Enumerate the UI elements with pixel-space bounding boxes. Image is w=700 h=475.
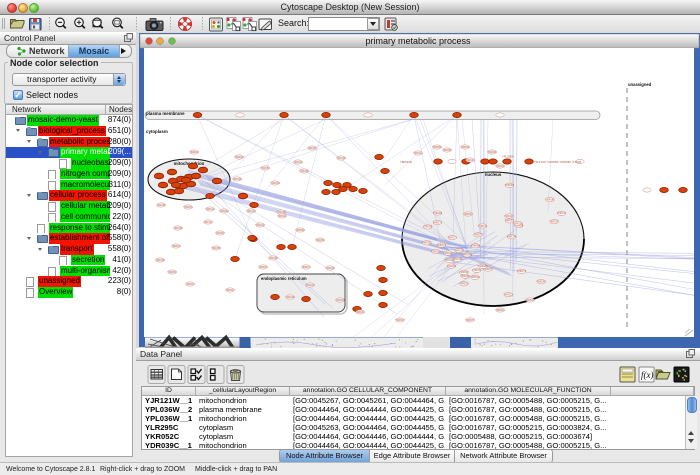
svg-text:YMR192: YMR192	[445, 259, 455, 262]
svg-text:YMR189: YMR189	[285, 296, 295, 299]
svg-text:f(x): f(x)	[641, 370, 654, 380]
svg-text:YMR133: YMR133	[452, 258, 462, 261]
svg-text:YMR266: YMR266	[460, 275, 470, 278]
svg-text:YMR142: YMR142	[293, 161, 303, 164]
svg-text:YMR182: YMR182	[173, 227, 183, 230]
svg-text:YMR126: YMR126	[246, 210, 256, 213]
svg-text:YMR103: YMR103	[422, 242, 432, 245]
svg-text:YMR215: YMR215	[305, 284, 315, 287]
svg-text:plasma membrane: plasma membrane	[146, 111, 185, 116]
svg-text:primary metabolic process: primary metabolic process	[365, 36, 471, 46]
svg-text:YMR208: YMR208	[325, 267, 335, 270]
svg-text:YMR101: YMR101	[465, 159, 475, 162]
svg-text:YMR075: YMR075	[465, 319, 475, 322]
svg-text:YMR086: YMR086	[478, 265, 488, 268]
svg-text:YMR089: YMR089	[432, 146, 442, 149]
svg-text:YMR024: YMR024	[189, 151, 199, 154]
svg-text:YMR232: YMR232	[495, 165, 505, 168]
svg-text:YMR114: YMR114	[203, 221, 213, 224]
svg-text:YMR071: YMR071	[437, 244, 447, 247]
svg-text:YMR271: YMR271	[433, 221, 443, 224]
svg-text:YMR213: YMR213	[504, 293, 514, 296]
svg-text:YMR071: YMR071	[301, 266, 311, 269]
svg-text:YMR250: YMR250	[276, 211, 286, 214]
svg-text:YMR290: YMR290	[487, 151, 497, 154]
svg-text:YMR249: YMR249	[536, 280, 546, 283]
svg-text:YMR053: YMR053	[335, 299, 345, 302]
svg-text:YMR024: YMR024	[234, 156, 244, 159]
svg-text:YMR019: YMR019	[459, 271, 469, 274]
svg-text:YPL265W: YPL265W	[502, 155, 514, 159]
svg-text:YMR212: YMR212	[185, 283, 195, 286]
svg-text:YMR269: YMR269	[447, 265, 457, 268]
svg-text:YMR019: YMR019	[459, 283, 469, 286]
svg-text:YMR188: YMR188	[232, 178, 242, 181]
svg-text:cytoplasm: cytoplasm	[146, 129, 168, 134]
svg-text:YMR010: YMR010	[171, 245, 181, 248]
svg-text:YMR251: YMR251	[307, 147, 317, 150]
svg-text:YMR124: YMR124	[513, 222, 523, 225]
svg-text:YMR064: YMR064	[471, 245, 481, 248]
svg-text:YMR244: YMR244	[507, 236, 517, 239]
svg-text:YMR165: YMR165	[454, 249, 464, 252]
svg-text:YMR151: YMR151	[478, 225, 488, 228]
svg-text:YMR107: YMR107	[504, 215, 514, 218]
svg-text:YMR153: YMR153	[260, 167, 270, 170]
svg-text:YMR142: YMR142	[545, 198, 555, 201]
svg-text:YMR268: YMR268	[462, 254, 472, 257]
svg-text:YMR266: YMR266	[423, 226, 433, 229]
svg-text:YMR113: YMR113	[557, 212, 567, 215]
svg-text:YMR051: YMR051	[183, 206, 193, 209]
svg-text:YMR186: YMR186	[299, 170, 309, 173]
svg-text:YMR255: YMR255	[211, 247, 221, 250]
svg-text:YMR142: YMR142	[443, 252, 453, 255]
svg-text:YMR257: YMR257	[215, 232, 225, 235]
svg-text:endoplasmic reticulum: endoplasmic reticulum	[261, 276, 307, 281]
svg-text:YMR089: YMR089	[505, 184, 515, 187]
svg-text:YMR122: YMR122	[205, 208, 215, 211]
svg-text:YMR087: YMR087	[525, 299, 535, 302]
svg-text:YMR275: YMR275	[473, 234, 483, 237]
svg-text:YMR091: YMR091	[355, 311, 365, 314]
svg-text:YMR024: YMR024	[495, 309, 505, 312]
svg-text:YMR248: YMR248	[255, 224, 265, 227]
svg-text:YMR254: YMR254	[442, 149, 452, 152]
svg-text:YMR186: YMR186	[268, 257, 278, 260]
svg-text:YMR097: YMR097	[395, 319, 405, 322]
svg-text:YMR180: YMR180	[155, 259, 165, 262]
svg-text:YMR196: YMR196	[156, 204, 166, 207]
svg-text:YMR084: YMR084	[295, 229, 305, 232]
svg-text:YMR197: YMR197	[549, 221, 559, 224]
svg-text:unassigned: unassigned	[628, 82, 652, 87]
svg-text:YMR290: YMR290	[460, 146, 470, 149]
svg-text:YMR254: YMR254	[431, 250, 441, 253]
svg-text:YBR021W: YBR021W	[400, 160, 413, 164]
svg-text:YMR252: YMR252	[315, 239, 325, 242]
svg-text:YMR062: YMR062	[433, 212, 443, 215]
svg-text:YKL217W YGR055W YDR508C YLR092: YKL217W YGR055W YDR508C YLR092	[534, 160, 582, 164]
svg-text:YMR062: YMR062	[219, 210, 229, 213]
svg-text:YMR277: YMR277	[448, 236, 458, 239]
svg-text:YMR054: YMR054	[167, 271, 177, 274]
svg-text:YMR112: YMR112	[413, 152, 423, 155]
svg-text:YMR041: YMR041	[472, 269, 482, 272]
svg-text:YMR053: YMR053	[258, 266, 268, 269]
svg-text:YMR273: YMR273	[517, 270, 527, 273]
svg-text:YMR232: YMR232	[470, 276, 480, 279]
svg-text:YMR238: YMR238	[270, 182, 280, 185]
svg-text:YMR042: YMR042	[463, 213, 473, 216]
svg-text:YMR247: YMR247	[225, 289, 235, 292]
svg-text:YMR109: YMR109	[336, 157, 346, 160]
svg-text:YMR110: YMR110	[277, 215, 287, 218]
